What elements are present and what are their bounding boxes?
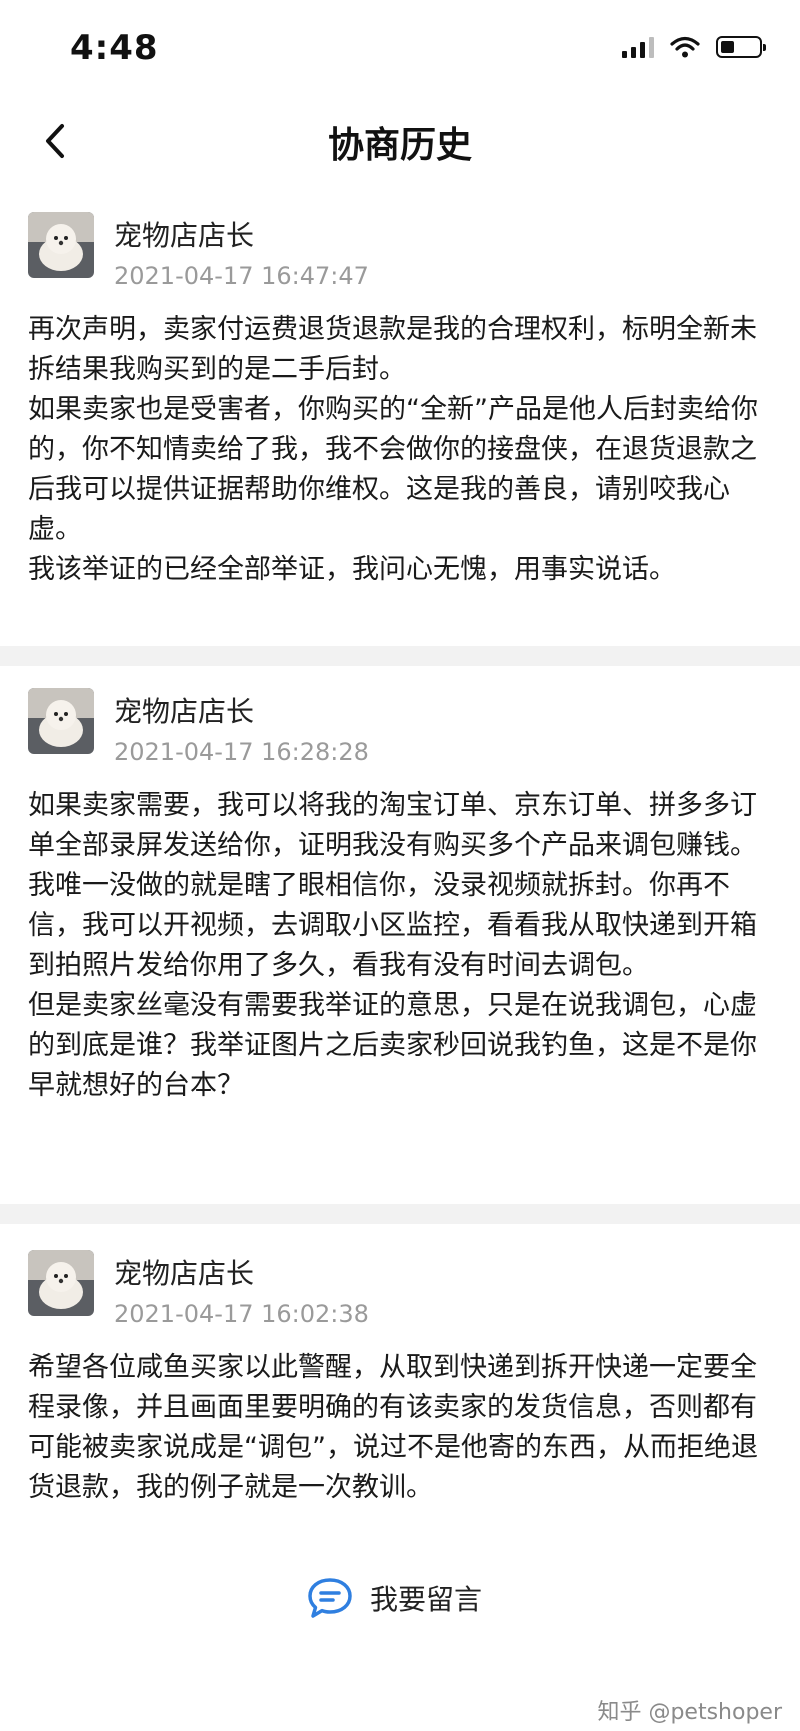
wifi-icon xyxy=(670,36,700,58)
divider xyxy=(0,646,800,666)
battery-level xyxy=(721,41,734,53)
dog-avatar-icon xyxy=(28,212,94,278)
message-content: 再次声明，卖家付运费退货退款是我的合理权利，标明全新未拆结果我购买到的是二手后封… xyxy=(28,314,758,585)
battery-icon xyxy=(716,36,766,58)
message-content: 如果卖家需要，我可以将我的淘宝订单、京东订单、拼多多订单全部录屏发送给你，证明我… xyxy=(28,790,757,1101)
dog-avatar-icon xyxy=(28,1250,94,1316)
avatar[interactable] xyxy=(28,688,94,754)
dog-avatar-icon xyxy=(28,688,94,754)
status-time: 4:48 xyxy=(70,28,159,68)
message-card: 宠物店店长 2021-04-17 16:02:38 希望各位咸鱼买家以此警醒，从… xyxy=(0,1224,800,1554)
divider xyxy=(0,1204,800,1224)
nav-bar: 协商历史 xyxy=(0,100,800,184)
message-content: 希望各位咸鱼买家以此警醒，从取到快递到拆开快递一定要全程录像，并且画面里要明确的… xyxy=(28,1352,758,1503)
cellular-signal-icon xyxy=(622,36,654,58)
sender-name: 宠物店店长 xyxy=(114,695,255,728)
status-icons xyxy=(622,36,766,58)
status-bar: 4:48 xyxy=(0,0,800,100)
leave-message-button[interactable]: 我要留言 xyxy=(306,1576,482,1620)
avatar[interactable] xyxy=(28,1250,94,1316)
message-time: 2021-04-17 16:47:47 xyxy=(114,262,369,290)
watermark: 知乎 @petshoper xyxy=(597,1700,782,1725)
message-card: 宠物店店长 2021-04-17 16:28:28 如果卖家需要，我可以将我的淘… xyxy=(0,666,800,1202)
sender-name: 宠物店店长 xyxy=(114,1257,255,1290)
chat-bubble-icon xyxy=(308,1578,352,1618)
message-time: 2021-04-17 16:02:38 xyxy=(114,1300,369,1328)
avatar[interactable] xyxy=(28,212,94,278)
leave-message-label: 我要留言 xyxy=(370,1583,483,1616)
message-time: 2021-04-17 16:28:28 xyxy=(114,738,369,766)
page-title: 协商历史 xyxy=(327,125,472,166)
sender-name: 宠物店店长 xyxy=(114,219,255,252)
message-card: 宠物店店长 2021-04-17 16:47:47 再次声明，卖家付运费退货退款… xyxy=(0,200,800,645)
